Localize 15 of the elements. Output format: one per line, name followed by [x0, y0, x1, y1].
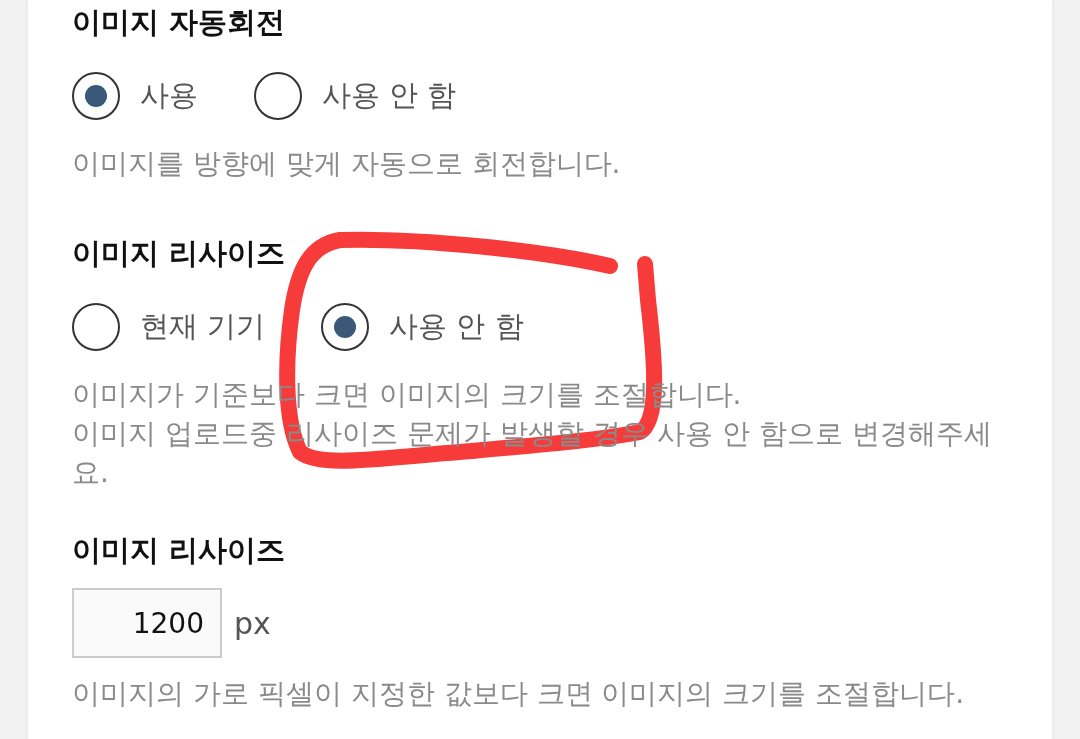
radio-button[interactable] — [72, 303, 120, 351]
radio-button[interactable] — [72, 72, 120, 120]
number-field[interactable]: 1200 — [72, 588, 222, 658]
unit-label: px — [234, 604, 271, 643]
radio-button[interactable] — [254, 72, 302, 120]
radio-button[interactable] — [321, 303, 370, 351]
section-heading: 이미지 리사이즈 — [72, 532, 287, 569]
description-text: 이미지를 방향에 맞게 자동으로 회전합니다. — [72, 146, 622, 182]
option-label[interactable]: 사용 — [140, 74, 198, 118]
description-text: 이미지의 가로 픽셀이 지정한 값보다 크면 이미지의 크기를 조절합니다. — [72, 676, 966, 712]
option-label[interactable]: 사용 안 함 — [389, 305, 524, 349]
option-label[interactable]: 현재 기기 — [140, 305, 266, 349]
section-heading: 이미지 리사이즈 — [72, 235, 287, 272]
option-label[interactable]: 사용 안 함 — [322, 74, 457, 118]
section-heading: 이미지 자동회전 — [72, 4, 287, 41]
